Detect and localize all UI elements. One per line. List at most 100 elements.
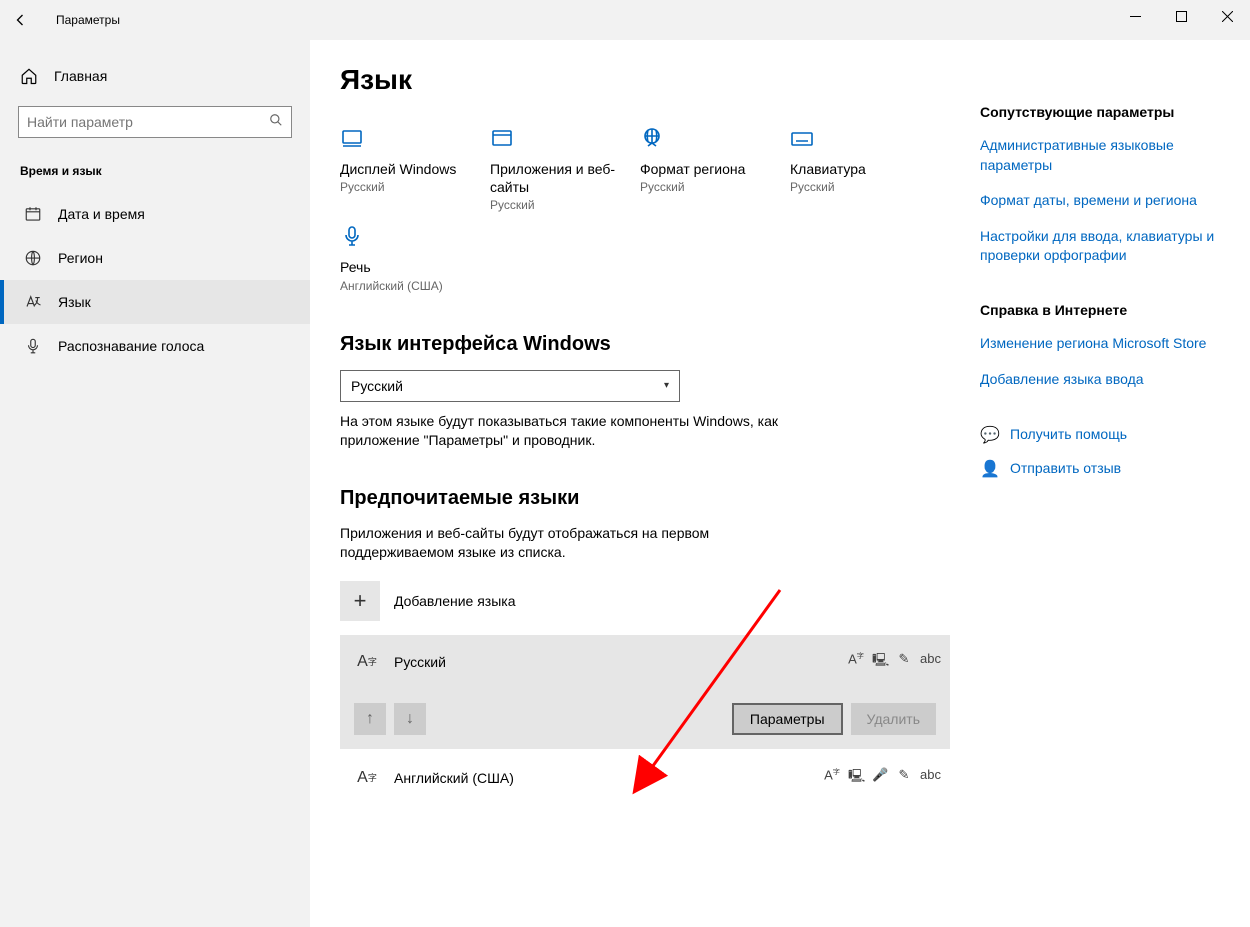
display-lang-icon: A字 <box>824 767 840 789</box>
plus-icon: + <box>354 588 367 614</box>
main-content-area: Язык Дисплей Windows Русский Приложения … <box>310 40 1250 927</box>
arrow-up-icon: ↑ <box>366 710 374 728</box>
page-title: Язык <box>340 64 950 96</box>
tile-speech[interactable]: Речь Английский (США) <box>340 222 480 292</box>
language-name: Русский <box>394 654 446 670</box>
tile-title: Приложения и веб-сайты <box>490 160 630 196</box>
tile-title: Дисплей Windows <box>340 160 480 178</box>
window-controls <box>1112 0 1250 32</box>
tile-apps[interactable]: Приложения и веб-сайты Русский <box>490 124 630 212</box>
link-date-format[interactable]: Формат даты, времени и региона <box>980 191 1220 211</box>
dropdown-value: Русский <box>351 378 403 394</box>
search-input[interactable] <box>27 114 269 130</box>
nav-label: Распознавание голоса <box>58 338 204 354</box>
tile-title: Клавиатура <box>790 160 930 178</box>
tile-sub: Русский <box>640 180 780 194</box>
tile-sub: Русский <box>790 180 930 194</box>
nav-label: Дата и время <box>58 206 145 222</box>
speech-icon: 🎤 <box>872 767 888 789</box>
chevron-down-icon: ▾ <box>664 380 669 391</box>
tile-region-format[interactable]: Формат региона Русский <box>640 124 780 212</box>
nav-label: Регион <box>58 250 103 266</box>
search-box[interactable] <box>18 106 292 138</box>
link-store-region[interactable]: Изменение региона Microsoft Store <box>980 334 1220 354</box>
move-up-button[interactable]: ↑ <box>354 703 386 735</box>
window-icon <box>490 124 518 152</box>
minimize-button[interactable] <box>1112 0 1158 32</box>
mic-icon <box>340 222 368 250</box>
minimize-icon <box>1130 11 1141 22</box>
tile-title: Формат региона <box>640 160 780 178</box>
preferred-languages-desc: Приложения и веб-сайты будут отображатьс… <box>340 524 780 563</box>
handwriting-icon: ✎ <box>896 651 912 673</box>
tile-sub: Русский <box>490 198 630 212</box>
language-delete-button: Удалить <box>851 703 936 735</box>
language-icon <box>24 292 42 312</box>
tile-sub: Русский <box>340 180 480 194</box>
titlebar: Параметры <box>0 0 1250 40</box>
link-add-input-lang[interactable]: Добавление языка ввода <box>980 370 1220 390</box>
language-feature-icons: A字 🖳 ✎ abc <box>848 651 936 673</box>
tts-icon: 🖳 <box>848 767 864 789</box>
window-title: Параметры <box>56 13 120 27</box>
home-nav[interactable]: Главная <box>0 58 310 94</box>
help-label: Получить помощь <box>1010 425 1127 445</box>
feedback-label: Отправить отзыв <box>1010 459 1121 479</box>
tts-icon: 🖳 <box>872 651 888 673</box>
language-options-button[interactable]: Параметры <box>732 703 843 735</box>
add-language-row[interactable]: + Добавление языка <box>340 581 950 621</box>
link-input-settings[interactable]: Настройки для ввода, клавиатуры и провер… <box>980 227 1220 266</box>
right-panel: Сопутствующие параметры Административные… <box>950 64 1220 927</box>
help-icon: 💬 <box>980 425 998 445</box>
clock-icon <box>24 204 42 224</box>
microphone-icon <box>24 336 42 356</box>
tile-title: Речь <box>340 258 480 276</box>
tile-display[interactable]: Дисплей Windows Русский <box>340 124 480 212</box>
arrow-left-icon <box>10 10 30 30</box>
nav-speech[interactable]: Распознавание голоса <box>0 324 310 368</box>
home-label: Главная <box>54 68 107 84</box>
display-language-desc: На этом языке будут показываться такие к… <box>340 412 780 451</box>
link-admin-language[interactable]: Административные языковые параметры <box>980 136 1220 175</box>
keyboard-icon <box>790 124 818 152</box>
sidebar-section: Время и язык <box>0 156 310 192</box>
close-button[interactable] <box>1204 0 1250 32</box>
maximize-icon <box>1176 11 1187 22</box>
tile-keyboard[interactable]: Клавиатура Русский <box>790 124 930 212</box>
display-language-heading: Язык интерфейса Windows <box>340 333 950 356</box>
arrow-down-icon: ↓ <box>406 710 414 728</box>
display-language-dropdown[interactable]: Русский ▾ <box>340 370 680 402</box>
language-card-english[interactable]: A字 Английский (США) A字 🖳 🎤 ✎ abc <box>340 757 950 799</box>
language-name: Английский (США) <box>394 770 514 786</box>
handwriting-icon: ✎ <box>896 767 912 789</box>
display-lang-icon: A字 <box>848 651 864 673</box>
feedback-link[interactable]: 👤 Отправить отзыв <box>980 459 1220 479</box>
nav-language[interactable]: Язык <box>0 280 310 324</box>
nav-label: Язык <box>58 294 91 310</box>
monitor-icon <box>340 124 368 152</box>
search-icon <box>269 113 283 132</box>
get-help-link[interactable]: 💬 Получить помощь <box>980 425 1220 445</box>
related-heading: Сопутствующие параметры <box>980 104 1220 120</box>
web-help-heading: Справка в Интернете <box>980 302 1220 318</box>
language-feature-icons: A字 🖳 🎤 ✎ abc <box>824 767 936 789</box>
move-down-button[interactable]: ↓ <box>394 703 426 735</box>
nav-date-time[interactable]: Дата и время <box>0 192 310 236</box>
back-button[interactable] <box>0 0 40 40</box>
preferred-languages-heading: Предпочитаемые языки <box>340 487 950 510</box>
close-icon <box>1222 11 1233 22</box>
add-button[interactable]: + <box>340 581 380 621</box>
maximize-button[interactable] <box>1158 0 1204 32</box>
add-language-label: Добавление языка <box>394 593 516 609</box>
language-glyph-icon: A字 <box>354 765 380 791</box>
language-card-russian[interactable]: A字 Русский A字 🖳 ✎ abc ↑ ↓ <box>340 635 950 749</box>
language-tiles: Дисплей Windows Русский Приложения и веб… <box>340 124 950 293</box>
spellcheck-icon: abc <box>920 651 936 673</box>
language-glyph-icon: A字 <box>354 649 380 675</box>
home-icon <box>20 66 38 86</box>
globe-grid-icon <box>640 124 668 152</box>
sidebar: Главная Время и язык Дата и время Регион… <box>0 40 310 927</box>
nav-region[interactable]: Регион <box>0 236 310 280</box>
tile-sub: Английский (США) <box>340 279 480 293</box>
globe-icon <box>24 248 42 268</box>
